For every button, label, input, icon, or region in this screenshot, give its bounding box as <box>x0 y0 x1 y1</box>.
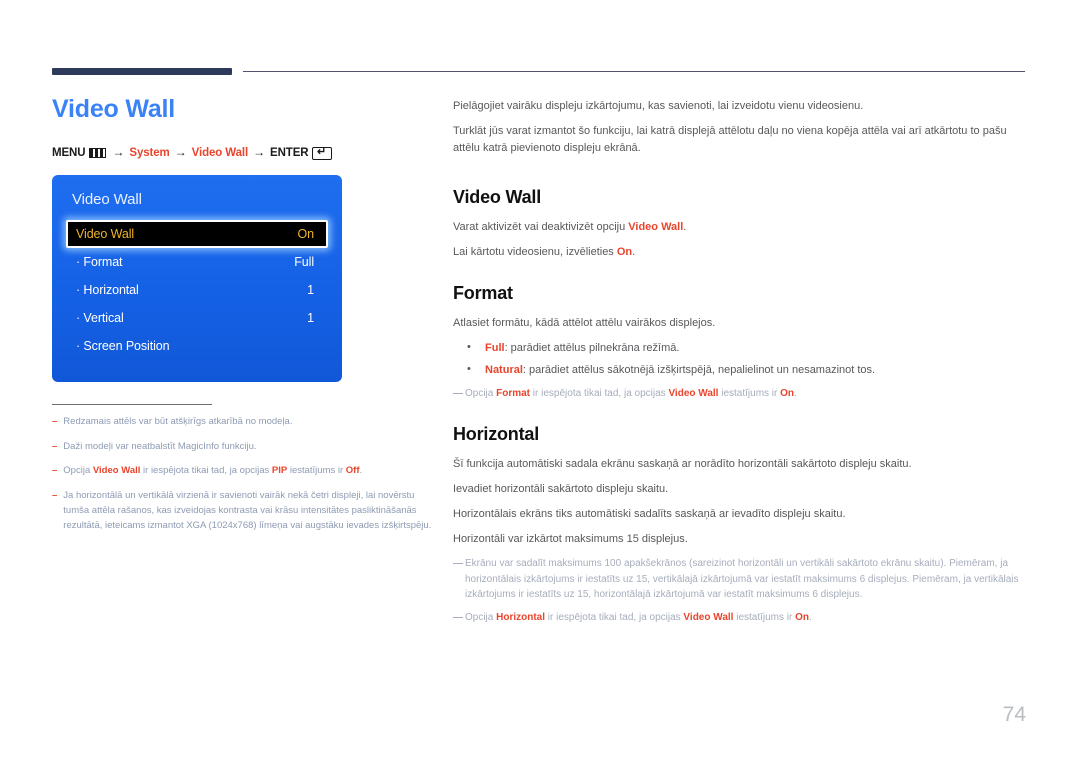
footnote-text: Opcija Video Wall ir iespējota tikai tad… <box>63 465 363 477</box>
footnote-text: Redzamais attēls var būt atšķirīgs atkar… <box>63 416 293 427</box>
bullet-item: Natural: parādiet attēlus sākotnējā izšķ… <box>453 361 1026 379</box>
footnote-dash-icon: – <box>52 416 58 427</box>
enter-key-icon: ↵ <box>311 145 332 160</box>
osd-menu-panel: Video Wall Video Wall On · Format Full · Hor… <box>52 175 342 382</box>
footnote-item: – Ja horizontālā un vertikālā virzienā ir… <box>52 489 432 533</box>
osd-row-label: · Horizontal <box>76 283 139 297</box>
section-note: — Ekrānu var sadalīt maksimums 100 apakše… <box>453 556 1026 603</box>
section-paragraph: Atlasiet formātu, kādā attēlot attēlu va… <box>453 317 716 330</box>
footnote-item: – Opcija Video Wall ir iespējota tikai ta… <box>52 464 432 479</box>
right-column: Pielāgojiet vairāku displeju izkārtojumu… <box>453 98 1026 625</box>
osd-row-list: Video Wall On · Format Full · Horizontal 1 · V… <box>52 220 342 360</box>
footnote-item: – Redzamais attēls var būt atšķirīgs atka… <box>52 415 432 430</box>
note-dash-icon: — <box>453 388 463 400</box>
notes-divider <box>52 404 212 405</box>
osd-row-label: · Screen Position <box>76 339 170 353</box>
bullet-item: Full: parādiet attēlus pilnekrāna režīmā… <box>453 339 1026 357</box>
breadcrumb-enter-label: ENTER <box>270 147 309 159</box>
section-heading: Horizontal <box>453 423 539 444</box>
intro-paragraphs: Pielāgojiet vairāku displeju izkārtojumu… <box>453 98 1026 157</box>
page-number: 74 <box>1002 703 1026 726</box>
footnote-dash-icon: – <box>52 440 58 452</box>
note-text: Ekrānu var sadalīt maksimums 100 apakšek… <box>465 558 1019 601</box>
section-paragraph: Horizontālais ekrāns tiks automātiski sa… <box>453 507 846 520</box>
osd-row[interactable]: · Format Full <box>66 248 328 276</box>
section-paragraph: Varat aktivizēt vai deaktivizēt opciju V… <box>453 221 687 234</box>
osd-row-label: Video Wall <box>76 227 135 241</box>
left-notes-list: – Redzamais attēls var būt atšķirīgs atka… <box>52 415 432 533</box>
section-paragraph: Lai kārtotu videosienu, izvēlieties On. <box>453 246 636 259</box>
osd-row-value: Full <box>294 255 314 269</box>
osd-row[interactable]: · Screen Position <box>66 332 328 360</box>
intro-paragraph: Turklāt jūs varat izmantot šo funkciju, … <box>453 125 1007 155</box>
header-accent-bar <box>52 68 232 75</box>
footnote-text: Daži modeļi var neatbalstīt MagicInfo fu… <box>63 440 257 452</box>
osd-row-label: · Format <box>76 255 123 269</box>
intro-paragraph: Pielāgojiet vairāku displeju izkārtojumu… <box>453 100 864 112</box>
section-heading: Video Wall <box>453 187 542 208</box>
arrow-icon-2: → <box>174 145 187 159</box>
osd-row-value: 1 <box>307 311 314 325</box>
section-note: — Opcija Format ir iespējota tikai tad, j… <box>453 386 1026 402</box>
note-dash-icon: — <box>453 611 463 623</box>
enter-arrow-glyph: ↵ <box>316 145 327 158</box>
left-column: Video Wall MENU → System → Video Wall → … <box>52 94 432 533</box>
breadcrumb-item-system: System <box>129 147 170 159</box>
header-rule <box>243 71 1025 72</box>
note-text: Opcija Format ir iespējota tikai tad, ja… <box>465 388 797 400</box>
section-paragraph: Ievadiet horizontāli sakārtoto displeju … <box>453 482 669 495</box>
breadcrumb-menu-label: MENU <box>52 147 86 159</box>
section-paragraph: Šī funkcija automātiski sadala ekrānu sa… <box>453 457 912 470</box>
osd-row-value: On <box>297 227 315 241</box>
section-paragraph: Horizontāli var izkārtot maksimums 15 di… <box>453 533 688 546</box>
bullet-list: Full: parādiet attēlus pilnekrāna režīmā… <box>453 339 1026 379</box>
note-dash-icon: — <box>453 558 463 570</box>
breadcrumb-item-video-wall: Video Wall <box>191 147 249 159</box>
footnote-text: Ja horizontālā un vertikālā virzienā ir … <box>63 490 432 531</box>
osd-row[interactable]: · Horizontal 1 <box>66 276 328 304</box>
note-text: Opcija Horizontal ir iespējota tikai tad… <box>465 611 812 623</box>
arrow-icon-3: → <box>253 145 266 159</box>
footnote-item: – Daži modeļi var neatbalstīt MagicInfo f… <box>52 440 432 455</box>
section-heading: Format <box>453 283 513 304</box>
arrow-icon-1: → <box>112 145 125 159</box>
footnote-dash-icon: – <box>52 465 58 477</box>
osd-row-label: · Vertical <box>76 311 124 325</box>
footnote-dash-icon: – <box>52 490 58 502</box>
osd-row-value: 1 <box>307 283 314 297</box>
page-title: Video Wall <box>52 95 176 123</box>
menu-bars-icon <box>89 148 107 158</box>
osd-panel-title: Video Wall <box>72 191 142 208</box>
menu-path-breadcrumb: MENU → System → Video Wall → ENTER ↵ <box>52 145 432 160</box>
osd-row[interactable]: · Vertical 1 <box>66 304 328 332</box>
section-note: — Opcija Horizontal ir iespējota tikai ta… <box>453 610 1026 626</box>
content-sections: Video Wall Varat aktivizēt vai deaktivizē… <box>453 187 1026 625</box>
osd-row[interactable]: Video Wall On <box>66 220 328 248</box>
